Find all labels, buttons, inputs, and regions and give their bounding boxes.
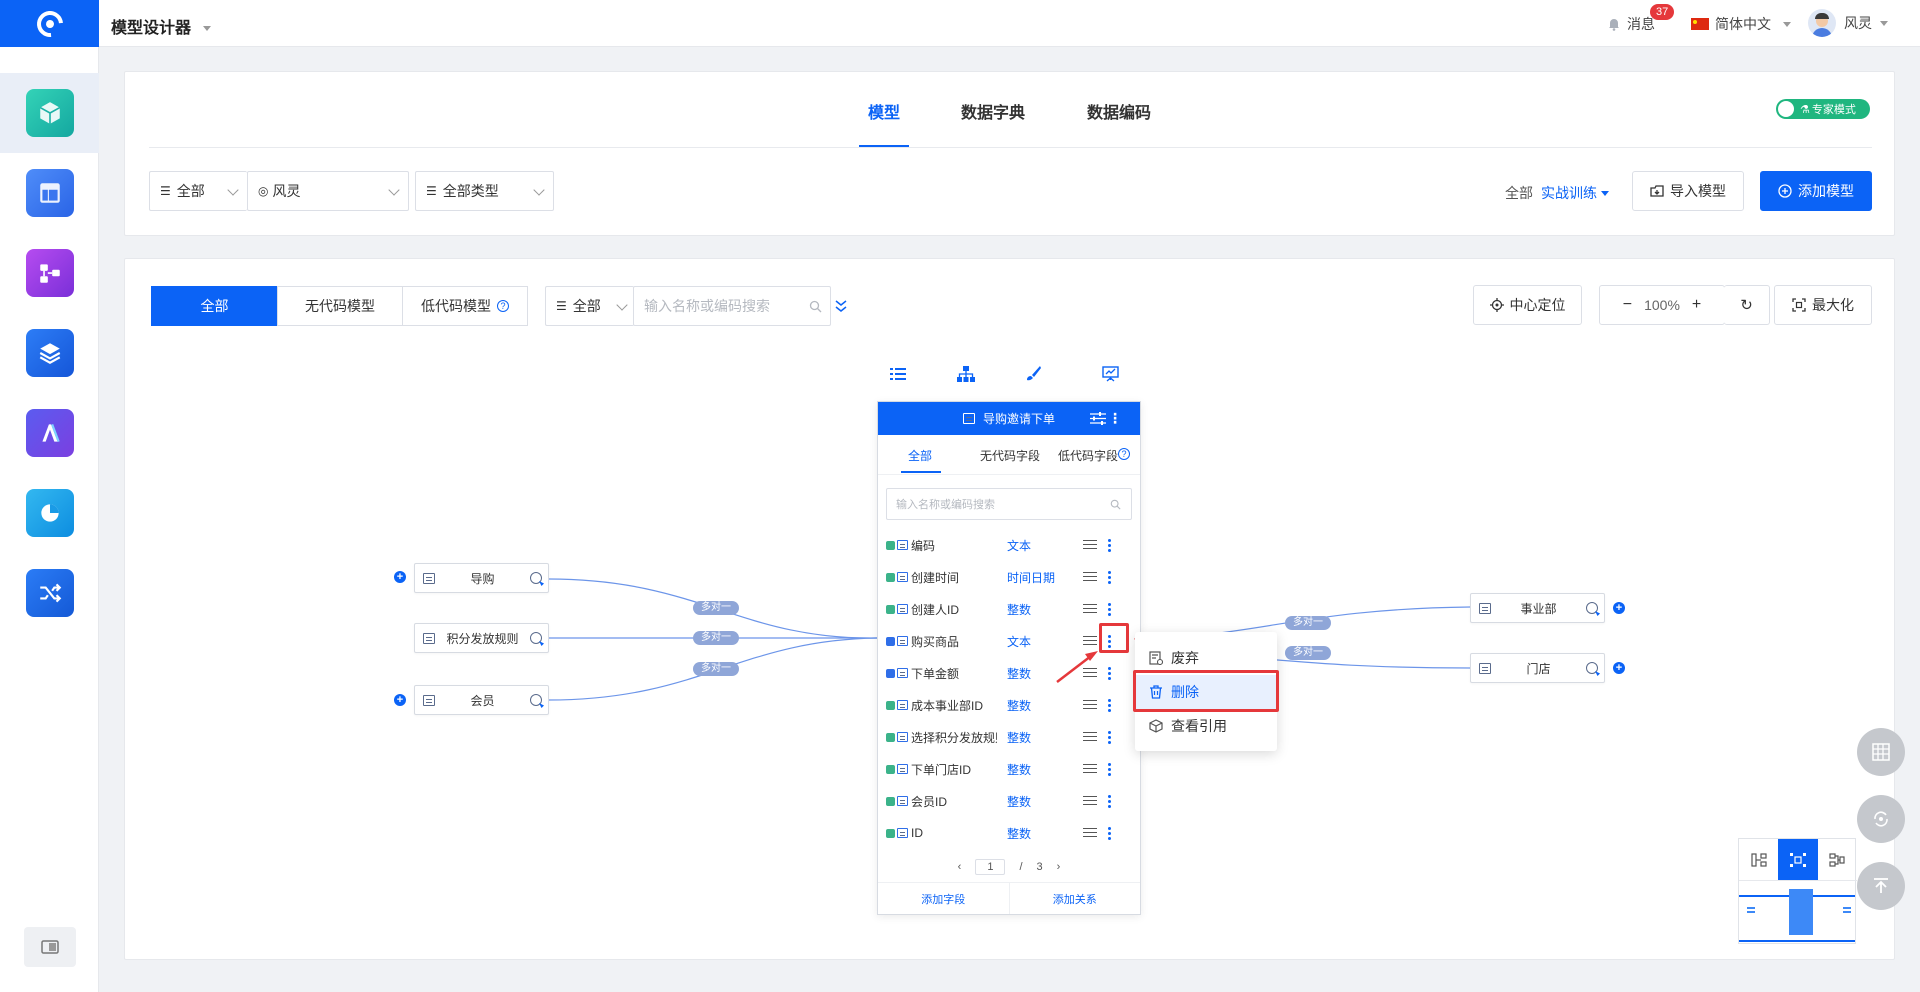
annotation-arrows	[1056, 637, 1182, 683]
layout-switcher	[1739, 839, 1857, 881]
history-button[interactable]	[1857, 795, 1905, 843]
calculator-button[interactable]	[1857, 728, 1905, 776]
layout-mindmap-button[interactable]	[1818, 839, 1857, 880]
table-grid-icon	[1872, 743, 1890, 761]
menu-item-view-references[interactable]: 查看引用	[1135, 709, 1277, 743]
minimap-left-node	[1747, 907, 1755, 909]
minimap-view[interactable]	[1739, 883, 1855, 943]
cube-outline-icon	[1149, 719, 1163, 733]
minimap-center-node	[1789, 889, 1813, 935]
back-to-top-button[interactable]	[1857, 862, 1905, 910]
star-layout-icon	[1789, 852, 1806, 867]
menu-label: 废弃	[1171, 650, 1199, 666]
tree-layout-icon	[1751, 852, 1767, 867]
deprecate-icon	[1149, 651, 1163, 665]
sync-icon	[1874, 811, 1888, 827]
to-top-icon	[1874, 878, 1888, 893]
minimap-edge	[1739, 940, 1855, 942]
highlight-delete-item	[1133, 670, 1279, 712]
minimap-panel	[1738, 838, 1857, 944]
layout-tree-button[interactable]	[1739, 839, 1778, 880]
minimap-right-node	[1843, 907, 1851, 909]
mindmap-layout-icon	[1829, 852, 1845, 867]
menu-label: 查看引用	[1171, 718, 1227, 734]
layout-star-button[interactable]	[1778, 839, 1818, 880]
